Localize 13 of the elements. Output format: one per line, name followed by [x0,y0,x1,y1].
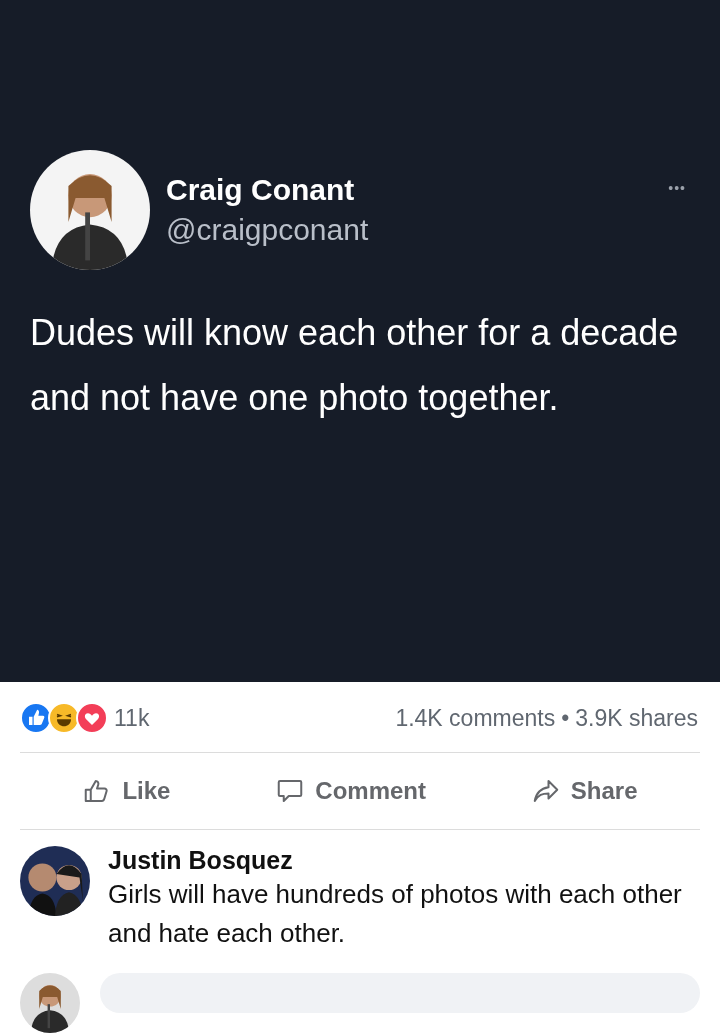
share-count[interactable]: 3.9K shares [575,704,698,732]
commenter-name[interactable]: Justin Bosquez [108,846,688,875]
reaction-count[interactable]: 11k [114,704,150,732]
like-button[interactable]: Like [74,772,179,810]
author-handle: @craigpconant [166,213,370,247]
share-button[interactable]: Share [522,772,646,810]
separator-dot: • [561,704,570,732]
comment-count[interactable]: 1.4K comments [395,704,556,732]
author-name: Craig Conant [166,173,356,207]
comment-text: Girls will have hundreds of photos with each other and hate each other. [108,878,683,950]
tweet-text: Dudes will know each other for a decade and not have one photo together. [30,311,680,420]
more-menu[interactable]: ••• [668,180,686,196]
comment-button[interactable]: Comment [267,772,434,810]
